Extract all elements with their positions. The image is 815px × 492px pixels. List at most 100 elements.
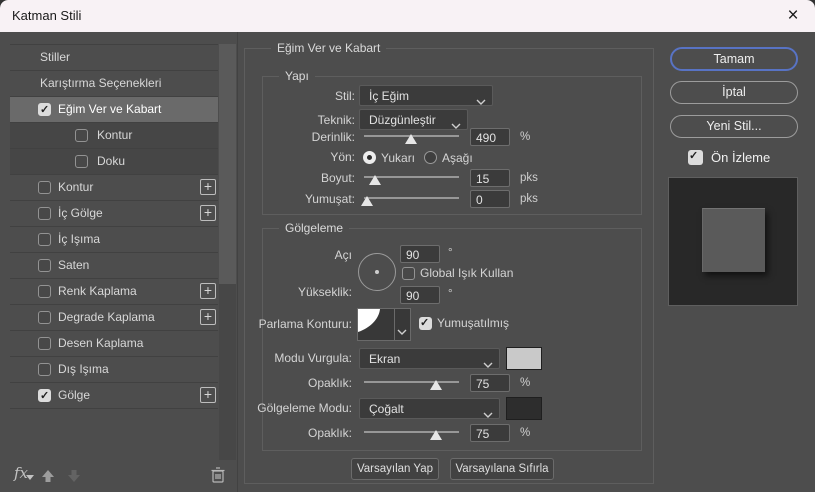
- sidebar-item-label: Stiller: [40, 50, 70, 64]
- preview-checkbox[interactable]: [688, 150, 703, 165]
- checkbox-checked[interactable]: [38, 389, 51, 402]
- slider-thumb[interactable]: [405, 134, 417, 144]
- chevron-down-icon: [483, 407, 493, 421]
- soften-value: 0: [476, 193, 483, 207]
- checkbox-unchecked[interactable]: [38, 233, 51, 246]
- add-effect-icon[interactable]: +: [200, 387, 216, 403]
- sidebar-item-ic-isima[interactable]: İç Işıma: [10, 227, 218, 253]
- sidebar-item-doku[interactable]: Doku: [10, 149, 218, 175]
- size-label: Boyut:: [240, 171, 355, 185]
- technique-label: Teknik:: [240, 113, 355, 127]
- contour-separator: [394, 309, 395, 340]
- altitude-input[interactable]: 90: [400, 286, 440, 304]
- window-title: Katman Stili: [12, 0, 81, 32]
- sidebar-item-label: Doku: [97, 154, 125, 168]
- layer-style-dialog: Katman Stili × Stiller Karıştırma Seçene…: [0, 0, 815, 492]
- sidebar-item-karistirma-secenekleri[interactable]: Karıştırma Seçenekleri: [10, 71, 218, 97]
- fx-menu-icon[interactable]: fx: [14, 464, 28, 482]
- sidebar-item-desen-kaplama[interactable]: Desen Kaplama: [10, 331, 218, 357]
- slider-thumb[interactable]: [361, 196, 373, 206]
- new-style-button[interactable]: Yeni Stil...: [670, 115, 798, 138]
- direction-up-radio[interactable]: [363, 151, 376, 164]
- checkbox-unchecked[interactable]: [38, 259, 51, 272]
- add-effect-icon[interactable]: +: [200, 283, 216, 299]
- sidebar-item-kontur[interactable]: Kontur +: [10, 175, 218, 201]
- close-icon[interactable]: ×: [779, 2, 807, 30]
- shadow-opacity-slider[interactable]: [364, 424, 459, 442]
- highlight-opacity-slider[interactable]: [364, 374, 459, 392]
- add-effect-icon[interactable]: +: [200, 179, 216, 195]
- size-slider[interactable]: [364, 169, 459, 187]
- shading-group-title: Gölgeleme: [279, 221, 349, 235]
- direction-down-label[interactable]: Aşağı: [442, 151, 473, 165]
- add-effect-icon[interactable]: +: [200, 309, 216, 325]
- sidebar-item-egim-ver-ve-kabart[interactable]: Eğim Ver ve Kabart: [10, 97, 218, 123]
- soften-slider[interactable]: [364, 190, 459, 208]
- checkbox-unchecked[interactable]: [75, 155, 88, 168]
- checkbox-unchecked[interactable]: [75, 129, 88, 142]
- technique-dropdown[interactable]: Düzgünleştir: [359, 109, 468, 130]
- ok-button[interactable]: Tamam: [670, 47, 798, 71]
- antialiased-checkbox[interactable]: [419, 317, 432, 330]
- depth-input[interactable]: 490: [470, 128, 510, 146]
- sidebar-item-label: Eğim Ver ve Kabart: [58, 102, 161, 116]
- checkbox-unchecked[interactable]: [38, 207, 51, 220]
- checkbox-unchecked[interactable]: [38, 181, 51, 194]
- preview-checkbox-label[interactable]: Ön İzleme: [711, 150, 770, 165]
- shadow-color-swatch[interactable]: [506, 397, 542, 420]
- slider-track: [364, 381, 459, 383]
- sidebar-item-saten[interactable]: Saten: [10, 253, 218, 279]
- slider-thumb[interactable]: [430, 430, 442, 440]
- sidebar-item-ic-golge[interactable]: İç Gölge +: [10, 201, 218, 227]
- antialiased-label[interactable]: Yumuşatılmış: [437, 316, 509, 330]
- highlight-mode-dropdown[interactable]: Ekran: [359, 348, 500, 369]
- soften-input[interactable]: 0: [470, 190, 510, 208]
- titlebar: Katman Stili ×: [0, 0, 815, 32]
- sidebar-item-golge[interactable]: Gölge +: [10, 383, 218, 409]
- cancel-button[interactable]: İptal: [670, 81, 798, 104]
- soften-unit: pks: [520, 193, 538, 205]
- angle-label: Açı: [240, 248, 352, 262]
- delete-effect-icon[interactable]: [210, 466, 226, 489]
- size-input[interactable]: 15: [470, 169, 510, 187]
- sidebar-scrollbar-thumb[interactable]: [219, 44, 236, 284]
- slider-thumb[interactable]: [369, 175, 381, 185]
- reset-default-button[interactable]: Varsayılana Sıfırla: [450, 458, 554, 480]
- make-default-button[interactable]: Varsayılan Yap: [351, 458, 439, 480]
- checkbox-unchecked[interactable]: [38, 363, 51, 376]
- shadow-mode-dropdown[interactable]: Çoğalt: [359, 398, 500, 419]
- direction-down-radio[interactable]: [424, 151, 437, 164]
- angle-input[interactable]: 90: [400, 245, 440, 263]
- move-effect-down-icon[interactable]: [66, 468, 82, 489]
- move-effect-up-icon[interactable]: [40, 468, 56, 489]
- direction-up-label[interactable]: Yukarı: [381, 151, 415, 165]
- sidebar-item-kontur-sub[interactable]: Kontur: [10, 123, 218, 149]
- depth-slider[interactable]: [364, 128, 459, 146]
- checkbox-unchecked[interactable]: [38, 285, 51, 298]
- chevron-down-icon: [483, 357, 493, 371]
- highlight-opacity-input[interactable]: 75: [470, 374, 510, 392]
- style-dropdown[interactable]: İç Eğim: [359, 85, 493, 106]
- checkbox-unchecked[interactable]: [38, 337, 51, 350]
- global-light-checkbox[interactable]: [402, 267, 415, 280]
- checkbox-checked[interactable]: [38, 103, 51, 116]
- gloss-contour-label: Parlama Konturu:: [240, 317, 352, 331]
- style-dropdown-value: İç Eğim: [369, 89, 409, 103]
- shadow-opacity-input[interactable]: 75: [470, 424, 510, 442]
- angle-dial[interactable]: [358, 253, 396, 291]
- checkbox-unchecked[interactable]: [38, 311, 51, 324]
- sidebar-item-renk-kaplama[interactable]: Renk Kaplama +: [10, 279, 218, 305]
- highlight-color-swatch[interactable]: [506, 347, 542, 370]
- sidebar-item-degrade-kaplama[interactable]: Degrade Kaplama +: [10, 305, 218, 331]
- gloss-contour-picker[interactable]: [357, 308, 411, 341]
- sidebar-item-stiller[interactable]: Stiller: [10, 45, 218, 71]
- global-light-label[interactable]: Global Işık Kullan: [420, 266, 513, 280]
- highlight-opacity-unit: %: [520, 377, 530, 389]
- sidebar-item-label: Degrade Kaplama: [58, 310, 155, 324]
- highlight-mode-label: Modu Vurgula:: [240, 351, 352, 365]
- sidebar-item-dis-isima[interactable]: Dış Işıma: [10, 357, 218, 383]
- sidebar-item-label: Desen Kaplama: [58, 336, 143, 350]
- sidebar-item-label: Dış Işıma: [58, 362, 109, 376]
- add-effect-icon[interactable]: +: [200, 205, 216, 221]
- slider-thumb[interactable]: [430, 380, 442, 390]
